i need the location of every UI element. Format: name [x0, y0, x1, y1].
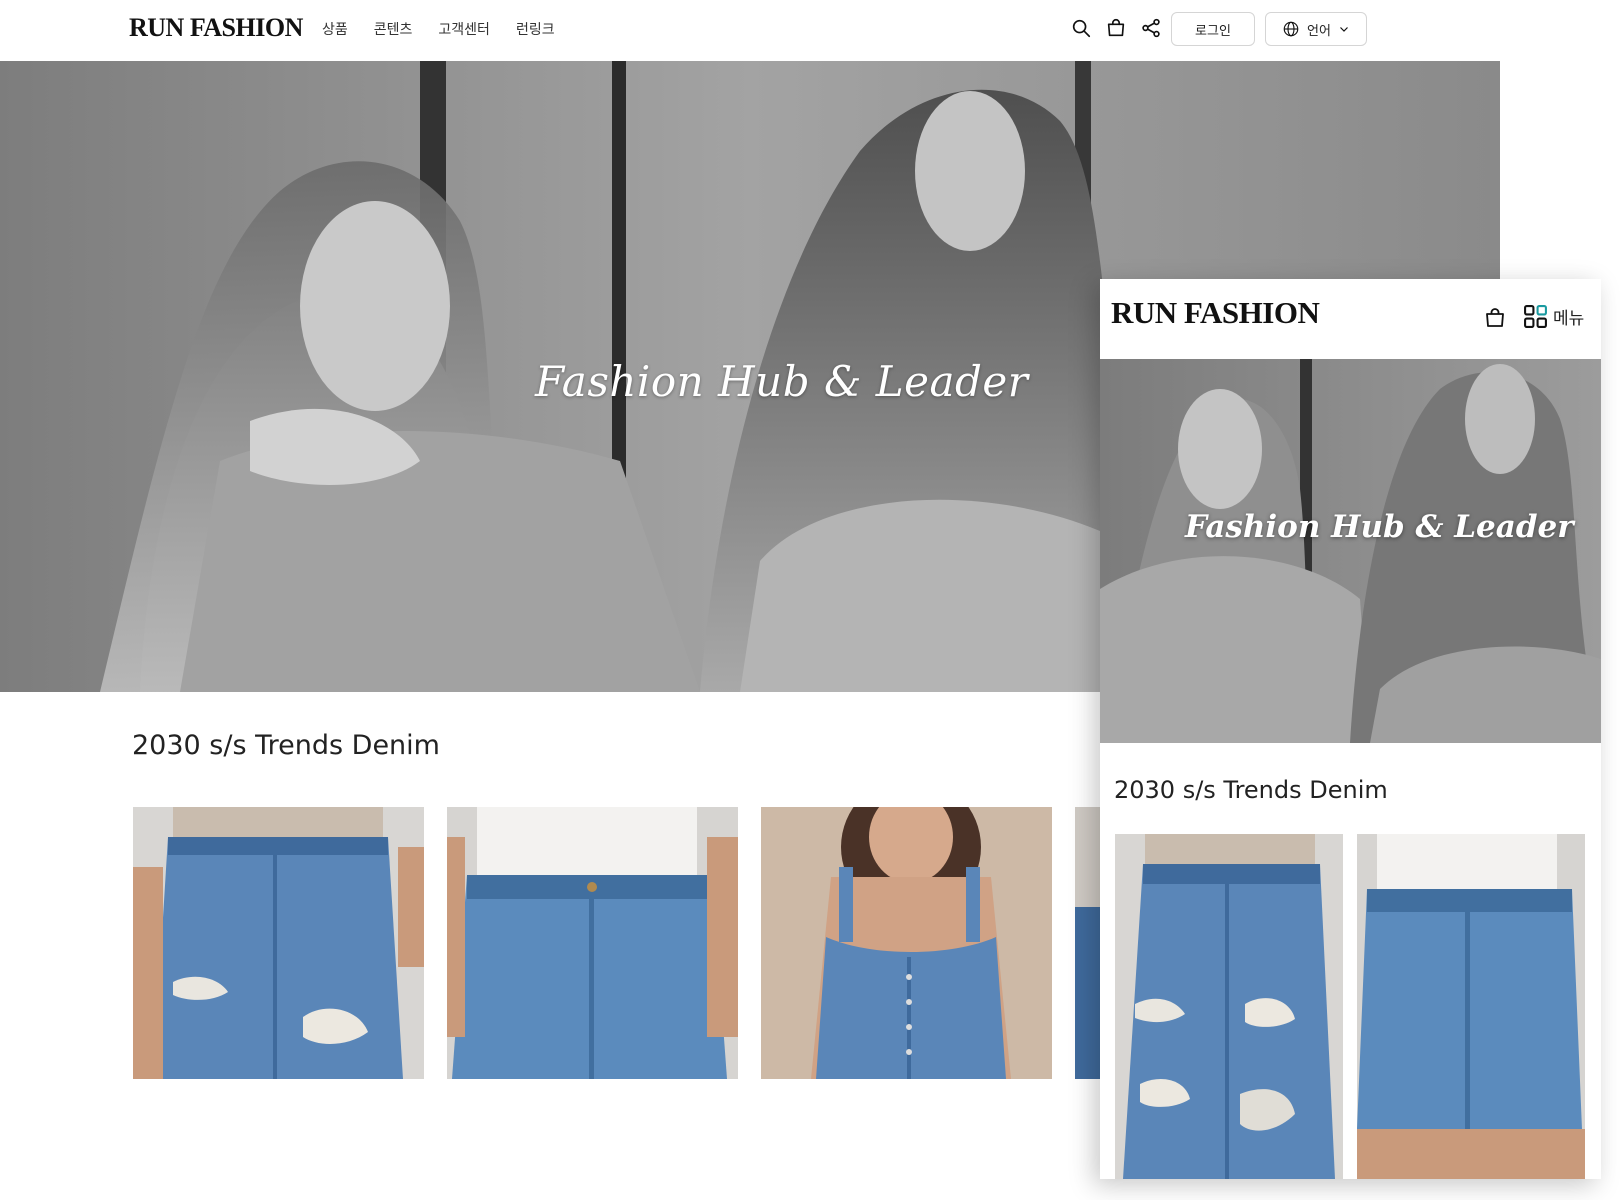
denim-partial-image: [1075, 807, 1101, 1079]
mobile-hero-banner: Fashion Hub & Leader: [1100, 359, 1601, 743]
nav-item-runlink[interactable]: 런링크: [516, 19, 555, 39]
high-waist-jeans-image: [447, 807, 738, 1079]
nav-item-customer-center[interactable]: 고객센터: [438, 19, 490, 39]
desktop-header: RUN FASHION 상품 콘텐츠 고객센터 런링크 로그인 언어: [0, 0, 1500, 60]
main-nav: 상품 콘텐츠 고객센터 런링크: [322, 19, 555, 39]
product-card-ripped-jeans[interactable]: [133, 807, 424, 1079]
mobile-product-list: [1115, 834, 1585, 1179]
mobile-hero-title: Fashion Hub & Leader: [1185, 509, 1574, 545]
nav-item-products[interactable]: 상품: [322, 19, 348, 39]
globe-icon: [1283, 21, 1299, 37]
mobile-menu-button[interactable]: 메뉴: [1523, 304, 1584, 329]
nav-item-contents[interactable]: 콘텐츠: [374, 19, 413, 39]
product-card-denim-partial[interactable]: [1075, 807, 1101, 1079]
mobile-ripped-jeans-image: [1115, 834, 1343, 1179]
mobile-bag-icon[interactable]: [1483, 306, 1509, 332]
chevron-down-icon: [1340, 27, 1348, 32]
ripped-jeans-image: [133, 807, 424, 1079]
mobile-brand-logo[interactable]: RUN FASHION: [1111, 295, 1320, 331]
language-select[interactable]: 언어: [1265, 12, 1367, 46]
mobile-product-card-denim-shorts[interactable]: [1357, 834, 1585, 1179]
mobile-denim-shorts-image: [1357, 834, 1585, 1179]
bag-icon[interactable]: [1103, 15, 1129, 41]
search-icon[interactable]: [1068, 15, 1094, 41]
product-card-high-waist-jeans[interactable]: [447, 807, 738, 1079]
section-title: 2030 s/s Trends Denim: [132, 730, 440, 761]
share-icon[interactable]: [1138, 15, 1164, 41]
login-button[interactable]: 로그인: [1171, 12, 1255, 46]
hero-title: Fashion Hub & Leader: [535, 357, 1029, 406]
mobile-menu-label: 메뉴: [1553, 309, 1585, 328]
grid-menu-icon: [1524, 305, 1547, 328]
mobile-section-title: 2030 s/s Trends Denim: [1114, 776, 1388, 804]
product-list: [133, 807, 1101, 1079]
product-card-denim-overall-top[interactable]: [761, 807, 1052, 1079]
brand-logo[interactable]: RUN FASHION: [129, 13, 303, 43]
mobile-header: RUN FASHION 메뉴: [1100, 279, 1601, 359]
denim-overall-top-image: [761, 807, 1052, 1079]
mobile-view: RUN FASHION 메뉴 Fashion Hub & Leader 2030…: [1100, 279, 1601, 1179]
mobile-hero-image: [1100, 359, 1601, 743]
header-icons: [1068, 15, 1164, 41]
mobile-product-card-ripped-jeans[interactable]: [1115, 834, 1343, 1179]
language-label: 언어: [1307, 22, 1331, 38]
